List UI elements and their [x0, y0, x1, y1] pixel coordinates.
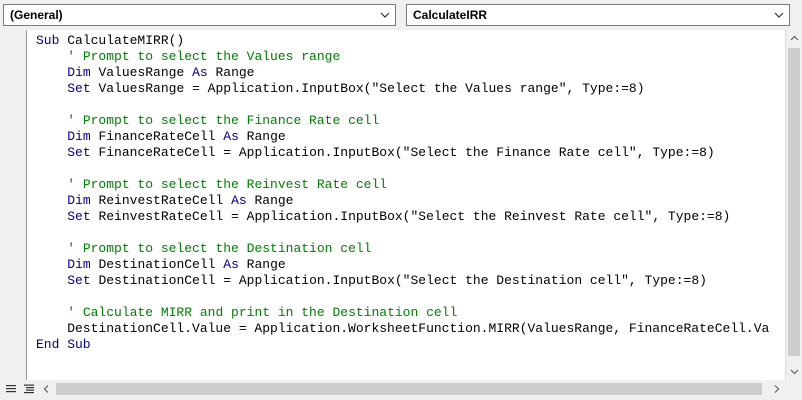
- code-text-segment: [36, 145, 67, 160]
- code-keyword: End Sub: [36, 337, 91, 352]
- code-text[interactable]: Sub CalculateMIRR() ' Prompt to select t…: [36, 33, 769, 353]
- code-line[interactable]: Dim ReinvestRateCell As Range: [36, 193, 769, 209]
- code-line[interactable]: DestinationCell.Value = Application.Work…: [36, 321, 769, 337]
- code-text-segment: DestinationCell.Value = Application.Work…: [36, 321, 770, 336]
- object-combo[interactable]: (General): [3, 4, 396, 26]
- code-keyword: Set: [67, 209, 99, 224]
- code-comment: ' Calculate MIRR and print in the Destin…: [67, 305, 458, 320]
- code-text-segment: FinanceRateCell = Application.InputBox("…: [98, 145, 715, 160]
- code-line[interactable]: ​: [36, 161, 769, 177]
- scrollbar-corner: [785, 380, 802, 398]
- code-text-segment: [36, 113, 67, 128]
- procedure-view-button[interactable]: [2, 380, 20, 398]
- code-line[interactable]: ' Prompt to select the Finance Rate cell: [36, 113, 769, 129]
- code-comment: ' Prompt to select the Reinvest Rate cel…: [67, 177, 388, 192]
- bottom-bar: [0, 380, 802, 400]
- code-keyword: Dim: [67, 65, 99, 80]
- code-keyword: Sub: [36, 33, 68, 48]
- code-keyword: Set: [67, 273, 99, 288]
- code-text-segment: [36, 129, 67, 144]
- code-line[interactable]: Dim DestinationCell As Range: [36, 257, 769, 273]
- chevron-down-icon[interactable]: [773, 9, 785, 21]
- code-line[interactable]: ​: [36, 225, 769, 241]
- code-text-segment: [36, 209, 67, 224]
- code-text-segment: CalculateMIRR(): [67, 33, 185, 48]
- code-keyword: As: [231, 193, 255, 208]
- code-text-segment: FinanceRateCell: [98, 129, 224, 144]
- code-text-segment: DestinationCell: [98, 257, 224, 272]
- code-line[interactable]: Set ReinvestRateCell = Application.Input…: [36, 209, 769, 225]
- margin-indicator-bar[interactable]: [0, 30, 26, 380]
- code-text-segment: ValuesRange: [98, 65, 193, 80]
- chevron-down-icon[interactable]: [379, 9, 391, 21]
- code-line[interactable]: Set FinanceRateCell = Application.InputB…: [36, 145, 769, 161]
- code-line[interactable]: Dim ValuesRange As Range: [36, 65, 769, 81]
- code-keyword: Set: [67, 81, 99, 96]
- code-keyword: Dim: [67, 257, 99, 272]
- procedure-combo-value: CalculateIRR: [413, 8, 488, 22]
- code-line[interactable]: End Sub: [36, 337, 769, 353]
- code-text-segment: [36, 81, 67, 96]
- code-line[interactable]: ' Calculate MIRR and print in the Destin…: [36, 305, 769, 321]
- code-comment: ' Prompt to select the Destination cell: [67, 241, 372, 256]
- code-line[interactable]: Sub CalculateMIRR(): [36, 33, 769, 49]
- code-line[interactable]: Set ValuesRange = Application.InputBox("…: [36, 81, 769, 97]
- code-text-segment: Range: [246, 129, 286, 144]
- code-line[interactable]: ​: [36, 289, 769, 305]
- code-line[interactable]: Dim FinanceRateCell As Range: [36, 129, 769, 145]
- code-editor[interactable]: Sub CalculateMIRR() ' Prompt to select t…: [27, 30, 785, 380]
- code-keyword: As: [223, 257, 247, 272]
- code-text-segment: Range: [254, 193, 294, 208]
- vertical-scrollbar[interactable]: [785, 30, 802, 380]
- code-text-segment: [36, 177, 67, 192]
- arrow-down-icon[interactable]: [786, 363, 802, 380]
- code-line[interactable]: ' Prompt to select the Destination cell: [36, 241, 769, 257]
- code-text-segment: ValuesRange = Application.InputBox("Sele…: [98, 81, 645, 96]
- code-line[interactable]: Set DestinationCell = Application.InputB…: [36, 273, 769, 289]
- arrow-left-icon[interactable]: [38, 380, 55, 398]
- code-pane: Sub CalculateMIRR() ' Prompt to select t…: [0, 30, 802, 400]
- horizontal-scroll-thumb[interactable]: [56, 383, 762, 395]
- code-line[interactable]: ' Prompt to select the Reinvest Rate cel…: [36, 177, 769, 193]
- code-keyword: Dim: [67, 129, 99, 144]
- code-text-segment: ReinvestRateCell = Application.InputBox(…: [98, 209, 731, 224]
- code-keyword: Set: [67, 145, 99, 160]
- code-keyword: Dim: [67, 193, 99, 208]
- code-text-segment: [36, 257, 67, 272]
- arrow-up-icon[interactable]: [786, 30, 802, 47]
- code-line[interactable]: ​: [36, 97, 769, 113]
- vertical-scroll-thumb[interactable]: [788, 48, 800, 356]
- procedure-combo[interactable]: CalculateIRR: [406, 4, 790, 26]
- code-text-segment: [36, 65, 67, 80]
- code-text-segment: [36, 273, 67, 288]
- procedure-view-icon: [6, 385, 16, 393]
- code-text-segment: ReinvestRateCell: [98, 193, 232, 208]
- code-comment: ' Prompt to select the Finance Rate cell: [67, 113, 380, 128]
- full-module-view-button[interactable]: [20, 380, 38, 398]
- full-module-view-icon: [24, 384, 34, 394]
- code-text-segment: [36, 241, 67, 256]
- code-line[interactable]: ' Prompt to select the Values range: [36, 49, 769, 65]
- code-text-segment: Range: [215, 65, 255, 80]
- code-comment: ' Prompt to select the Values range: [67, 49, 341, 64]
- code-window-toolbar: (General) CalculateIRR: [0, 0, 802, 30]
- code-text-segment: DestinationCell = Application.InputBox("…: [98, 273, 707, 288]
- code-text-segment: Range: [246, 257, 286, 272]
- code-text-segment: [36, 193, 67, 208]
- object-combo-value: (General): [10, 8, 63, 22]
- code-keyword: As: [223, 129, 247, 144]
- horizontal-scrollbar[interactable]: [38, 380, 785, 398]
- code-text-segment: [36, 49, 67, 64]
- code-text-segment: [36, 305, 67, 320]
- code-keyword: As: [192, 65, 216, 80]
- arrow-right-icon[interactable]: [768, 380, 785, 398]
